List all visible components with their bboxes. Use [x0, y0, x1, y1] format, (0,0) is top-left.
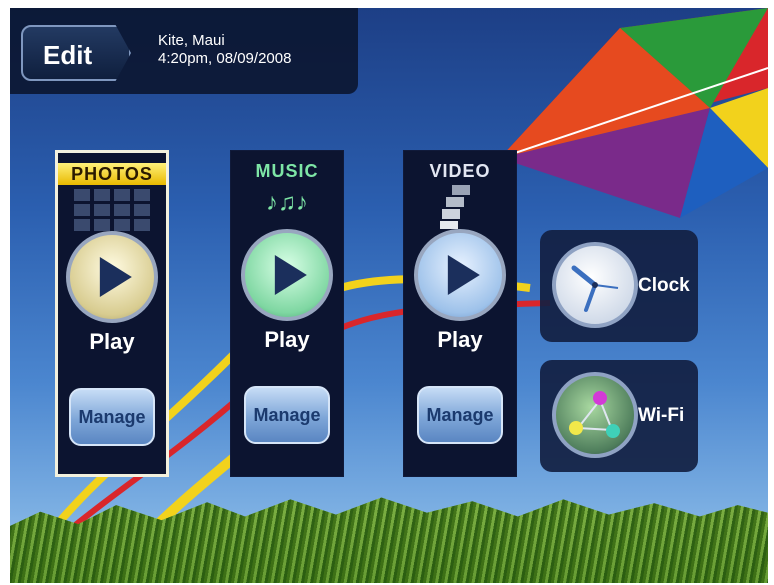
music-column[interactable]: MUSIC ♪♫♪ Play Manage — [230, 150, 344, 477]
photos-column[interactable]: PHOTOS Play Manage — [55, 150, 169, 477]
photos-play-button[interactable] — [66, 231, 158, 323]
info-bar: Edit Kite, Maui 4:20pm, 08/09/2008 — [10, 8, 358, 94]
wifi-tile[interactable]: Wi-Fi — [540, 360, 698, 472]
home-screen: Edit Kite, Maui 4:20pm, 08/09/2008 PHOTO… — [10, 8, 768, 583]
music-play-button[interactable] — [241, 229, 333, 321]
image-info: Kite, Maui 4:20pm, 08/09/2008 — [158, 32, 291, 68]
play-icon — [447, 255, 480, 295]
edit-button[interactable]: Edit — [21, 25, 131, 81]
photos-play-label: Play — [89, 329, 135, 354]
clock-tile[interactable]: Clock — [540, 230, 698, 342]
music-play-label: Play — [264, 327, 310, 352]
image-title: Kite, Maui — [158, 32, 225, 49]
music-title: MUSIC — [255, 161, 319, 181]
music-notes-icon: ♪♫♪ — [266, 189, 308, 216]
video-column[interactable]: VIDEO Play Manage — [403, 150, 517, 477]
photo-grid-icon — [74, 189, 150, 231]
video-manage-button[interactable]: Manage — [417, 386, 503, 444]
image-timestamp: 4:20pm, 08/09/2008 — [158, 50, 292, 67]
play-icon — [99, 257, 132, 297]
photos-manage-button[interactable]: Manage — [69, 388, 155, 446]
film-stack-icon — [440, 185, 470, 229]
wifi-icon — [552, 372, 638, 458]
music-manage-button[interactable]: Manage — [244, 386, 330, 444]
photos-title: PHOTOS — [58, 163, 166, 185]
video-play-label: Play — [437, 327, 483, 352]
wifi-label: Wi-Fi — [638, 405, 685, 426]
clock-label: Clock — [638, 275, 690, 296]
video-play-button[interactable] — [414, 229, 506, 321]
clock-icon — [552, 242, 638, 328]
video-title: VIDEO — [429, 161, 491, 181]
play-icon — [274, 255, 307, 295]
